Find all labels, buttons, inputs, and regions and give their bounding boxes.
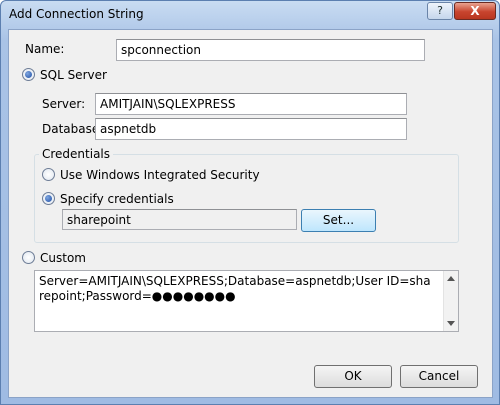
- windows-auth-radio[interactable]: [42, 168, 55, 181]
- database-field[interactable]: aspnetdb: [95, 118, 407, 140]
- sql-server-radio[interactable]: [22, 68, 35, 81]
- close-button[interactable]: X: [454, 2, 496, 20]
- server-value: AMITJAIN\SQLEXPRESS: [100, 97, 236, 111]
- cancel-button[interactable]: Cancel: [400, 365, 478, 388]
- close-icon: X: [470, 4, 480, 18]
- textarea-scrollbar[interactable]: [443, 271, 458, 331]
- help-button[interactable]: ?: [427, 2, 453, 20]
- connection-string-text: Server=AMITJAIN\SQLEXPRESS;Database=aspn…: [39, 274, 431, 303]
- scroll-down-icon[interactable]: [447, 321, 455, 326]
- name-label: Name:: [25, 42, 65, 56]
- specify-credentials-label: Specify credentials: [60, 192, 174, 206]
- set-credentials-button[interactable]: Set...: [301, 209, 376, 232]
- credentials-field: sharepoint: [62, 209, 297, 230]
- sql-server-label: SQL Server: [40, 68, 107, 82]
- specify-credentials-radio[interactable]: [42, 192, 55, 205]
- dialog-content: Name: spconnection SQL Server Server: AM…: [8, 29, 493, 398]
- custom-label: Custom: [40, 251, 86, 265]
- database-value: aspnetdb: [100, 122, 157, 136]
- server-field[interactable]: AMITJAIN\SQLEXPRESS: [95, 93, 407, 115]
- radio-selected-dot: [45, 195, 52, 202]
- scroll-up-icon[interactable]: [447, 276, 455, 281]
- name-value: spconnection: [121, 43, 201, 57]
- dialog-window: Add Connection String ? X Name: spconnec…: [0, 0, 500, 405]
- credentials-value: sharepoint: [67, 213, 131, 227]
- connection-string-textarea[interactable]: Server=AMITJAIN\SQLEXPRESS;Database=aspn…: [34, 270, 459, 332]
- custom-radio[interactable]: [22, 251, 35, 264]
- name-field[interactable]: spconnection: [116, 39, 425, 61]
- help-icon: ?: [437, 4, 443, 17]
- windows-auth-label: Use Windows Integrated Security: [60, 168, 260, 182]
- window-title: Add Connection String: [9, 7, 144, 21]
- radio-selected-dot: [25, 71, 32, 78]
- ok-button[interactable]: OK: [314, 365, 392, 388]
- server-label: Server:: [42, 97, 86, 111]
- credentials-group-title: Credentials: [39, 147, 114, 161]
- title-bar[interactable]: Add Connection String ? X: [1, 1, 499, 29]
